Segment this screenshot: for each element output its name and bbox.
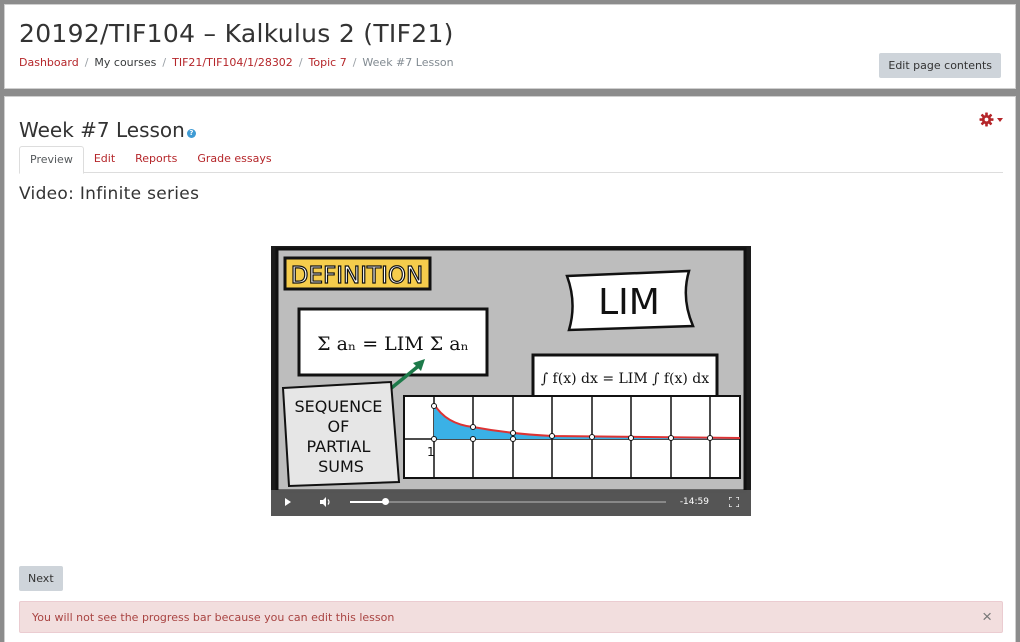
gear-icon (979, 112, 994, 127)
lesson-tabs: Preview Edit Reports Grade essays (19, 146, 1003, 174)
tab-reports[interactable]: Reports (125, 146, 187, 173)
video-series-formula: Σ aₙ = LIM Σ aₙ (317, 333, 469, 355)
help-icon[interactable]: ? (186, 129, 196, 138)
video-progress-bar[interactable] (350, 498, 666, 505)
video-graph-tick: 1 (427, 445, 435, 459)
lesson-title-heading: Week #7 Lesson ? (19, 118, 196, 142)
course-title: 20192/TIF104 – Kalkulus 2 (TIF21) (19, 19, 454, 48)
page-title: Video: Infinite series (19, 184, 200, 204)
video-controls: -14:59 (271, 490, 751, 516)
video-sequence-line-4: SUMS (318, 457, 364, 476)
video-definition-label: DEFINITION (291, 263, 423, 289)
breadcrumb-separator: / (162, 56, 167, 69)
breadcrumb-topic[interactable]: Topic 7 (309, 56, 347, 69)
lesson-card: Week #7 Lesson ? Preview Edit Reports Gr… (4, 96, 1016, 642)
breadcrumb-separator: / (84, 56, 89, 69)
breadcrumb-current: Week #7 Lesson (362, 56, 454, 69)
lesson-title: Week #7 Lesson (19, 118, 185, 142)
video-lim-label: LIM (598, 282, 660, 323)
caret-down-icon (997, 117, 1003, 122)
breadcrumb-course[interactable]: TIF21/TIF104/1/28302 (172, 56, 293, 69)
breadcrumb-separator: / (298, 56, 303, 69)
fullscreen-icon[interactable] (729, 497, 739, 507)
time-remaining: -14:59 (679, 497, 709, 507)
tab-grade-essays[interactable]: Grade essays (187, 146, 281, 173)
video-sequence-line-1: SEQUENCE (294, 397, 382, 416)
close-icon[interactable]: × (982, 608, 992, 625)
video-integral-formula: ∫ f(x) dx = LIM ∫ f(x) dx (541, 371, 709, 387)
tab-preview[interactable]: Preview (19, 146, 84, 174)
video-progress-fill (350, 501, 385, 503)
page-header: 20192/TIF104 – Kalkulus 2 (TIF21) Dashbo… (4, 4, 1016, 89)
edit-notice-alert: You will not see the progress bar becaus… (19, 601, 1003, 633)
alert-message: You will not see the progress bar becaus… (32, 611, 395, 624)
breadcrumb-my-courses: My courses (94, 56, 157, 69)
video-player[interactable]: DEFINITION LIM Σ aₙ = LIM Σ aₙ ∫ f(x) dx… (271, 246, 751, 516)
edit-page-contents-button[interactable]: Edit page contents (879, 53, 1001, 78)
play-icon[interactable] (285, 498, 291, 506)
breadcrumb-dashboard[interactable]: Dashboard (19, 56, 79, 69)
breadcrumb: Dashboard / My courses / TIF21/TIF104/1/… (19, 56, 454, 69)
breadcrumb-separator: / (352, 56, 357, 69)
video-sequence-line-3: PARTIAL (307, 437, 371, 456)
video-frame: DEFINITION LIM Σ aₙ = LIM Σ aₙ ∫ f(x) dx… (275, 247, 747, 493)
volume-icon[interactable] (319, 496, 331, 508)
settings-menu[interactable] (979, 112, 1003, 127)
video-sequence-line-2: OF (328, 417, 350, 436)
tab-edit[interactable]: Edit (84, 146, 125, 173)
next-button[interactable]: Next (19, 566, 63, 591)
video-progress-knob[interactable] (381, 498, 389, 505)
